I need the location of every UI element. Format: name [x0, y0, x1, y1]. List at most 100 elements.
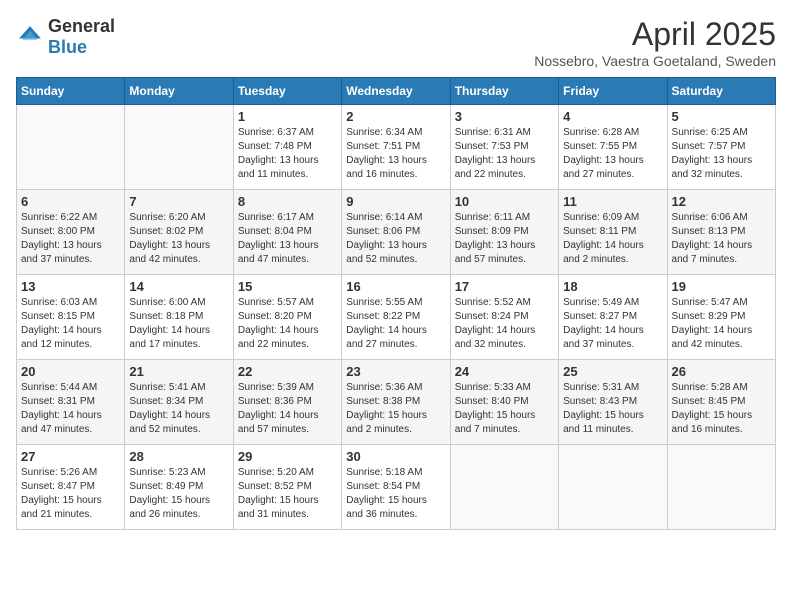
- calendar-cell: 3Sunrise: 6:31 AMSunset: 7:53 PMDaylight…: [450, 105, 558, 190]
- day-number: 28: [129, 449, 228, 464]
- day-info: Sunrise: 5:47 AMSunset: 8:29 PMDaylight:…: [672, 296, 771, 352]
- sunrise-text: Sunrise: 6:22 AM: [21, 211, 120, 225]
- sunset-text: Sunset: 7:48 PM: [238, 140, 337, 154]
- sunset-text: Sunset: 7:51 PM: [346, 140, 445, 154]
- day-number: 20: [21, 364, 120, 379]
- calendar-cell: 20Sunrise: 5:44 AMSunset: 8:31 PMDayligh…: [17, 360, 125, 445]
- day-info: Sunrise: 6:09 AMSunset: 8:11 PMDaylight:…: [563, 211, 662, 267]
- daylight-text: Daylight: 15 hours and 16 minutes.: [672, 409, 771, 437]
- daylight-text: Daylight: 13 hours and 22 minutes.: [455, 154, 554, 182]
- calendar-cell: 2Sunrise: 6:34 AMSunset: 7:51 PMDaylight…: [342, 105, 450, 190]
- calendar-cell: [17, 105, 125, 190]
- day-number: 21: [129, 364, 228, 379]
- sunrise-text: Sunrise: 5:52 AM: [455, 296, 554, 310]
- daylight-text: Daylight: 14 hours and 17 minutes.: [129, 324, 228, 352]
- calendar-cell: [667, 445, 775, 530]
- daylight-text: Daylight: 13 hours and 11 minutes.: [238, 154, 337, 182]
- sunrise-text: Sunrise: 6:31 AM: [455, 126, 554, 140]
- sunrise-text: Sunrise: 6:00 AM: [129, 296, 228, 310]
- sunrise-text: Sunrise: 6:37 AM: [238, 126, 337, 140]
- sunrise-text: Sunrise: 5:20 AM: [238, 466, 337, 480]
- day-info: Sunrise: 6:37 AMSunset: 7:48 PMDaylight:…: [238, 126, 337, 182]
- sunset-text: Sunset: 8:27 PM: [563, 310, 662, 324]
- daylight-text: Daylight: 14 hours and 32 minutes.: [455, 324, 554, 352]
- day-info: Sunrise: 6:03 AMSunset: 8:15 PMDaylight:…: [21, 296, 120, 352]
- sunset-text: Sunset: 8:29 PM: [672, 310, 771, 324]
- calendar-cell: 29Sunrise: 5:20 AMSunset: 8:52 PMDayligh…: [233, 445, 341, 530]
- daylight-text: Daylight: 14 hours and 7 minutes.: [672, 239, 771, 267]
- daylight-text: Daylight: 14 hours and 12 minutes.: [21, 324, 120, 352]
- sunrise-text: Sunrise: 5:44 AM: [21, 381, 120, 395]
- day-number: 19: [672, 279, 771, 294]
- calendar-table: Sunday Monday Tuesday Wednesday Thursday…: [16, 77, 776, 530]
- daylight-text: Daylight: 15 hours and 31 minutes.: [238, 494, 337, 522]
- day-info: Sunrise: 5:33 AMSunset: 8:40 PMDaylight:…: [455, 381, 554, 437]
- header-friday: Friday: [559, 78, 667, 105]
- month-title: April 2025: [534, 16, 776, 53]
- day-info: Sunrise: 5:26 AMSunset: 8:47 PMDaylight:…: [21, 466, 120, 522]
- sunrise-text: Sunrise: 5:55 AM: [346, 296, 445, 310]
- calendar-cell: 26Sunrise: 5:28 AMSunset: 8:45 PMDayligh…: [667, 360, 775, 445]
- sunrise-text: Sunrise: 6:09 AM: [563, 211, 662, 225]
- calendar-cell: 24 Sunrise: 5:33 AMSunset: 8:40 PMDayligh…: [450, 360, 558, 445]
- logo-blue: Blue: [48, 37, 87, 57]
- sunrise-text: Sunrise: 6:03 AM: [21, 296, 120, 310]
- day-info: Sunrise: 6:17 AMSunset: 8:04 PMDaylight:…: [238, 211, 337, 267]
- calendar-cell: 14Sunrise: 6:00 AMSunset: 8:18 PMDayligh…: [125, 275, 233, 360]
- calendar-cell: 30Sunrise: 5:18 AMSunset: 8:54 PMDayligh…: [342, 445, 450, 530]
- sunset-text: Sunset: 8:02 PM: [129, 225, 228, 239]
- sunrise-text: Sunrise: 6:06 AM: [672, 211, 771, 225]
- daylight-text: Daylight: 13 hours and 16 minutes.: [346, 154, 445, 182]
- day-number: 25: [563, 364, 662, 379]
- sunset-text: Sunset: 8:43 PM: [563, 395, 662, 409]
- logo: General Blue: [16, 16, 115, 58]
- daylight-text: Daylight: 15 hours and 2 minutes.: [346, 409, 445, 437]
- calendar-cell: [450, 445, 558, 530]
- day-info: Sunrise: 5:52 AMSunset: 8:24 PMDaylight:…: [455, 296, 554, 352]
- daylight-text: Daylight: 14 hours and 37 minutes.: [563, 324, 662, 352]
- sunrise-text: Sunrise: 6:14 AM: [346, 211, 445, 225]
- calendar-cell: 23Sunrise: 5:36 AMSunset: 8:38 PMDayligh…: [342, 360, 450, 445]
- sunset-text: Sunset: 7:55 PM: [563, 140, 662, 154]
- day-info: Sunrise: 5:36 AMSunset: 8:38 PMDaylight:…: [346, 381, 445, 437]
- calendar-cell: 11Sunrise: 6:09 AMSunset: 8:11 PMDayligh…: [559, 190, 667, 275]
- daylight-text: Daylight: 15 hours and 11 minutes.: [563, 409, 662, 437]
- day-info: Sunrise: 6:06 AMSunset: 8:13 PMDaylight:…: [672, 211, 771, 267]
- day-info: Sunrise: 5:23 AMSunset: 8:49 PMDaylight:…: [129, 466, 228, 522]
- logo-icon: [16, 23, 44, 51]
- calendar-cell: 15Sunrise: 5:57 AMSunset: 8:20 PMDayligh…: [233, 275, 341, 360]
- calendar-cell: 22Sunrise: 5:39 AMSunset: 8:36 PMDayligh…: [233, 360, 341, 445]
- day-number: 22: [238, 364, 337, 379]
- calendar-cell: 12Sunrise: 6:06 AMSunset: 8:13 PMDayligh…: [667, 190, 775, 275]
- calendar-cell: 9Sunrise: 6:14 AMSunset: 8:06 PMDaylight…: [342, 190, 450, 275]
- sunset-text: Sunset: 8:20 PM: [238, 310, 337, 324]
- sunset-text: Sunset: 8:22 PM: [346, 310, 445, 324]
- daylight-text: Daylight: 13 hours and 47 minutes.: [238, 239, 337, 267]
- sunset-text: Sunset: 8:11 PM: [563, 225, 662, 239]
- daylight-text: Daylight: 13 hours and 27 minutes.: [563, 154, 662, 182]
- sunrise-text: Sunrise: 5:26 AM: [21, 466, 120, 480]
- sunset-text: Sunset: 8:15 PM: [21, 310, 120, 324]
- day-info: Sunrise: 6:25 AMSunset: 7:57 PMDaylight:…: [672, 126, 771, 182]
- day-info: Sunrise: 5:28 AMSunset: 8:45 PMDaylight:…: [672, 381, 771, 437]
- sunrise-text: Sunrise: 5:57 AM: [238, 296, 337, 310]
- daylight-text: Daylight: 13 hours and 37 minutes.: [21, 239, 120, 267]
- calendar-cell: 16Sunrise: 5:55 AMSunset: 8:22 PMDayligh…: [342, 275, 450, 360]
- sunrise-text: Sunrise: 5:28 AM: [672, 381, 771, 395]
- sunset-text: Sunset: 8:54 PM: [346, 480, 445, 494]
- calendar-cell: [559, 445, 667, 530]
- week-row-2: 6Sunrise: 6:22 AMSunset: 8:00 PMDaylight…: [17, 190, 776, 275]
- sunset-text: Sunset: 8:09 PM: [455, 225, 554, 239]
- day-number: 13: [21, 279, 120, 294]
- day-number: 6: [21, 194, 120, 209]
- sunrise-text: Sunrise: 5:18 AM: [346, 466, 445, 480]
- calendar-cell: 18Sunrise: 5:49 AMSunset: 8:27 PMDayligh…: [559, 275, 667, 360]
- day-info: Sunrise: 6:20 AMSunset: 8:02 PMDaylight:…: [129, 211, 228, 267]
- daylight-text: Daylight: 14 hours and 22 minutes.: [238, 324, 337, 352]
- daylight-text: Daylight: 13 hours and 57 minutes.: [455, 239, 554, 267]
- header-saturday: Saturday: [667, 78, 775, 105]
- day-number: 24: [455, 364, 554, 379]
- calendar-cell: 21Sunrise: 5:41 AMSunset: 8:34 PMDayligh…: [125, 360, 233, 445]
- day-info: Sunrise: 6:34 AMSunset: 7:51 PMDaylight:…: [346, 126, 445, 182]
- title-block: April 2025 Nossebro, Vaestra Goetaland, …: [534, 16, 776, 69]
